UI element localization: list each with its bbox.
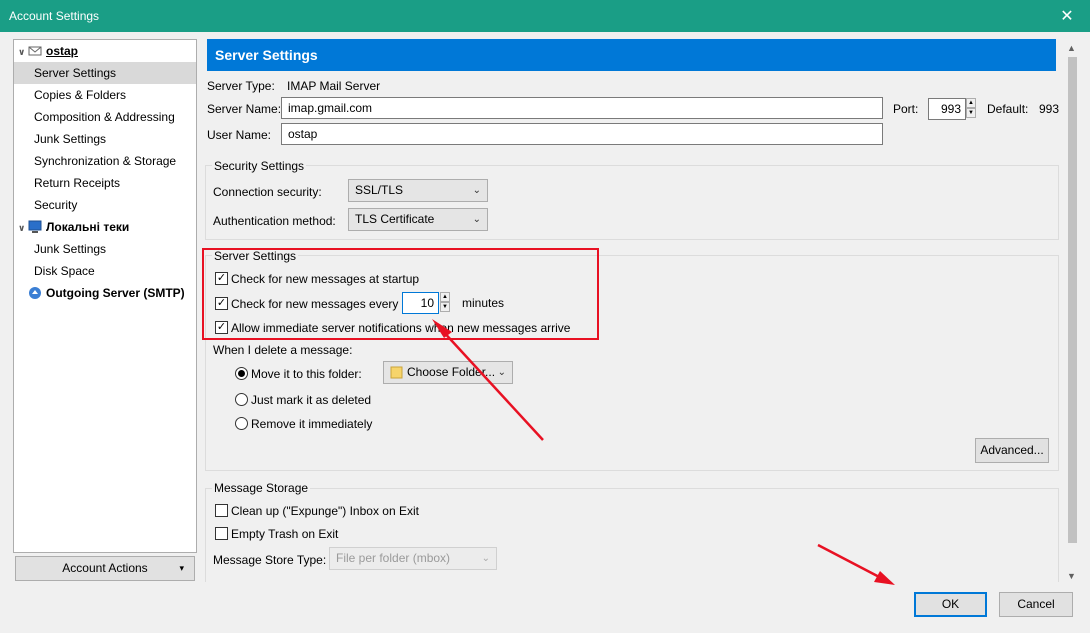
folder-icon bbox=[390, 366, 403, 379]
server-name-label: Server Name: bbox=[207, 102, 282, 116]
tree-item-synchronization[interactable]: Synchronization & Storage bbox=[14, 150, 196, 172]
tree-item-server-settings[interactable]: Server Settings bbox=[14, 62, 196, 84]
tree-item-copies-folders[interactable]: Copies & Folders bbox=[14, 84, 196, 106]
tree-outgoing-label: Outgoing Server (SMTP) bbox=[46, 286, 185, 300]
security-settings-title: Security Settings bbox=[212, 159, 307, 173]
spin-up-icon[interactable]: ▲ bbox=[966, 98, 976, 108]
server-type-value: IMAP Mail Server bbox=[287, 79, 381, 93]
tree-local-label: Локальні теки bbox=[46, 220, 130, 234]
clean-up-checkbox[interactable] bbox=[215, 504, 228, 517]
move-to-folder-label: Move it to this folder: bbox=[251, 367, 362, 381]
user-name-input[interactable]: ostap bbox=[281, 123, 883, 145]
ok-button[interactable]: OK bbox=[914, 592, 987, 617]
auth-method-select[interactable]: TLS Certificate ⌄ bbox=[348, 208, 488, 231]
remove-immediately-radio[interactable] bbox=[235, 417, 248, 430]
scroll-thumb[interactable] bbox=[1068, 57, 1077, 543]
just-mark-label: Just mark it as deleted bbox=[251, 393, 372, 407]
tree-item-junk-settings[interactable]: Junk Settings bbox=[14, 128, 196, 150]
account-actions-button[interactable]: Account Actions ▾ bbox=[15, 556, 195, 581]
tree-local-folders[interactable]: ∨ Локальні теки bbox=[14, 216, 196, 238]
message-storage-title: Message Storage bbox=[212, 481, 311, 495]
chevron-down-icon: ⌄ bbox=[481, 553, 490, 564]
advanced-button[interactable]: Advanced... bbox=[975, 438, 1049, 463]
auth-method-label: Authentication method: bbox=[213, 214, 336, 228]
tree-item-composition[interactable]: Composition & Addressing bbox=[14, 106, 196, 128]
page-title: Server Settings bbox=[207, 39, 1056, 71]
tree-item-disk-space[interactable]: Disk Space bbox=[14, 260, 196, 282]
delete-message-label: When I delete a message: bbox=[213, 343, 353, 357]
connection-security-select[interactable]: SSL/TLS ⌄ bbox=[348, 179, 488, 202]
scroll-down-icon[interactable]: ▼ bbox=[1067, 571, 1076, 581]
choose-folder-label: Choose Folder... bbox=[407, 365, 496, 379]
server-type-label: Server Type: bbox=[207, 79, 275, 93]
remove-immediately-label: Remove it immediately bbox=[251, 417, 373, 431]
tree-item-label: Return Receipts bbox=[34, 176, 121, 190]
tree-item-local-junk[interactable]: Junk Settings bbox=[14, 238, 196, 260]
tree-item-label: Disk Space bbox=[34, 264, 95, 278]
tree-item-label: Server Settings bbox=[34, 66, 117, 80]
tree-account-label: ostap bbox=[46, 44, 79, 58]
chevron-down-icon: ⌄ bbox=[472, 185, 481, 196]
default-port-label: Default: bbox=[987, 102, 1029, 116]
clean-up-label: Clean up ("Expunge") Inbox on Exit bbox=[231, 504, 419, 518]
connection-security-label: Connection security: bbox=[213, 185, 322, 199]
store-type-label: Message Store Type: bbox=[213, 553, 327, 567]
server-name-input[interactable]: imap.gmail.com bbox=[281, 97, 883, 119]
port-stepper[interactable]: ▲ ▼ bbox=[966, 98, 976, 118]
tree-account-ostap[interactable]: ∨ ostap bbox=[14, 40, 196, 62]
just-mark-radio[interactable] bbox=[235, 393, 248, 406]
tree-item-label: Junk Settings bbox=[34, 242, 107, 256]
account-actions-label: Account Actions bbox=[62, 561, 148, 575]
connection-security-value: SSL/TLS bbox=[355, 183, 404, 197]
tree-item-label: Synchronization & Storage bbox=[34, 154, 177, 168]
choose-folder-select[interactable]: Choose Folder... ⌄ bbox=[383, 361, 513, 384]
empty-trash-checkbox[interactable] bbox=[215, 527, 228, 540]
account-tree: ∨ ostap Server Settings Copies & Folders … bbox=[13, 39, 197, 553]
mail-icon bbox=[28, 46, 42, 56]
default-port-value: 993 bbox=[1039, 102, 1060, 116]
tree-outgoing-server[interactable]: Outgoing Server (SMTP) bbox=[14, 282, 196, 304]
empty-trash-label: Empty Trash on Exit bbox=[231, 527, 339, 541]
user-name-label: User Name: bbox=[207, 128, 272, 142]
chevron-down-icon: ⌄ bbox=[472, 214, 481, 225]
store-type-select: File per folder (mbox) ⌄ bbox=[329, 547, 497, 570]
tree-item-label: Junk Settings bbox=[34, 132, 107, 146]
chevron-down-icon: ⌄ bbox=[497, 367, 506, 378]
port-input[interactable]: 993 bbox=[928, 98, 966, 120]
auth-method-value: TLS Certificate bbox=[355, 212, 435, 226]
tree-item-label: Composition & Addressing bbox=[34, 110, 175, 124]
triangle-down-icon: ▾ bbox=[179, 563, 184, 573]
scroll-up-icon[interactable]: ▲ bbox=[1067, 43, 1076, 53]
port-label: Port: bbox=[893, 102, 919, 116]
panel-scrollbar[interactable]: ▲ ▼ bbox=[1064, 39, 1081, 584]
tree-item-label: Security bbox=[34, 198, 78, 212]
outgoing-server-icon bbox=[29, 287, 41, 299]
title-bar: Account Settings ✕ bbox=[0, 0, 1090, 32]
store-type-value: File per folder (mbox) bbox=[336, 551, 451, 565]
chevron-down-icon[interactable]: ∨ bbox=[18, 217, 28, 239]
annotation-highlight-box bbox=[202, 248, 599, 340]
move-to-folder-radio[interactable] bbox=[235, 367, 248, 380]
close-icon[interactable]: ✕ bbox=[1044, 0, 1090, 32]
window-title: Account Settings bbox=[9, 9, 100, 23]
spin-down-icon[interactable]: ▼ bbox=[966, 108, 976, 118]
chevron-down-icon[interactable]: ∨ bbox=[18, 41, 28, 63]
computer-icon bbox=[28, 220, 42, 233]
security-settings-group bbox=[205, 165, 1059, 240]
cancel-button[interactable]: Cancel bbox=[999, 592, 1073, 617]
tree-item-label: Copies & Folders bbox=[34, 88, 127, 102]
tree-item-return-receipts[interactable]: Return Receipts bbox=[14, 172, 196, 194]
tree-item-security[interactable]: Security bbox=[14, 194, 196, 216]
